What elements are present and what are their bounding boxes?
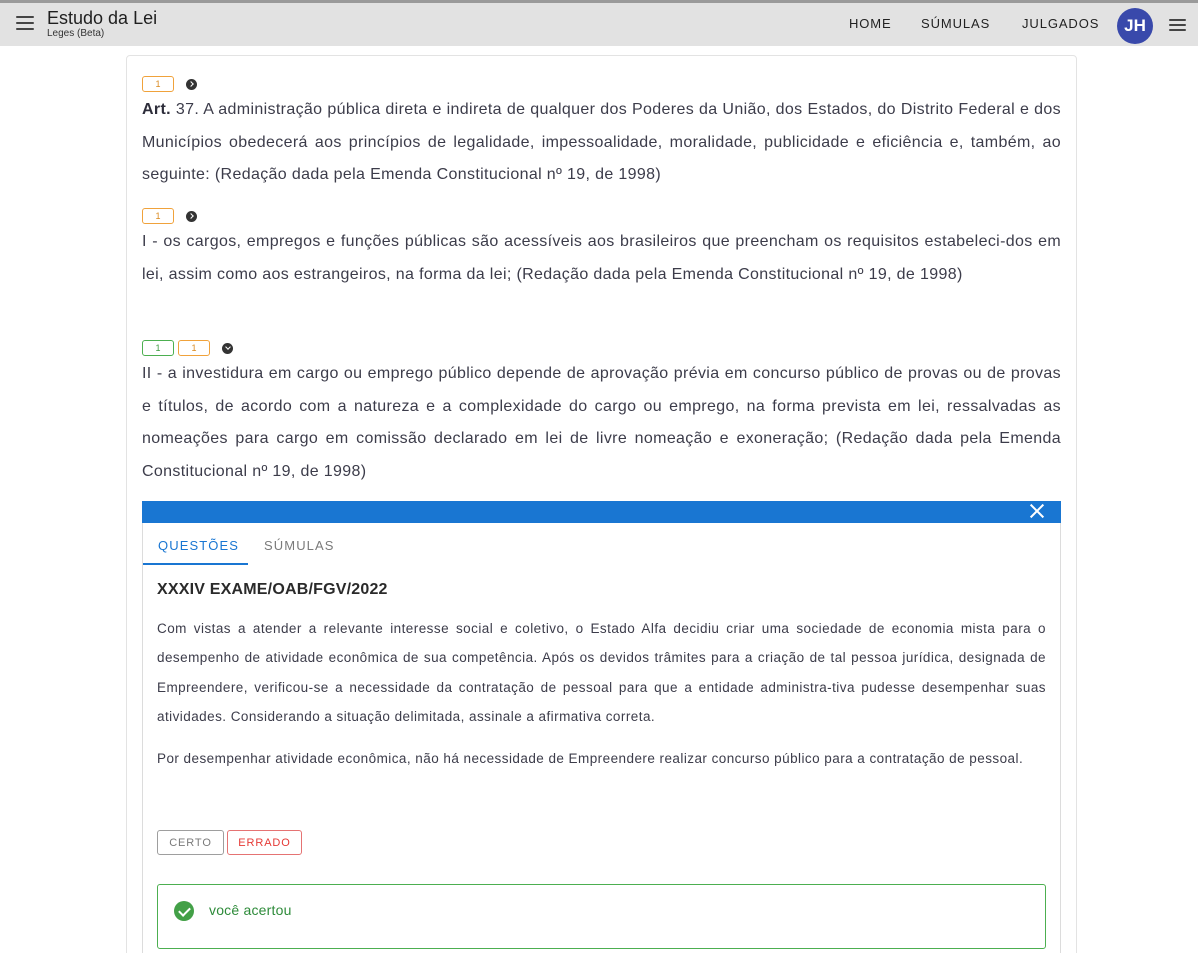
options-menu-icon[interactable] bbox=[1169, 19, 1186, 31]
close-icon[interactable] bbox=[1029, 503, 1045, 519]
inciso-ii-text: II - a investidura em cargo ou emprego p… bbox=[142, 365, 1061, 480]
caput-badges: 1 bbox=[142, 76, 197, 92]
menu-icon[interactable] bbox=[16, 16, 34, 30]
chevron-right-icon[interactable] bbox=[186, 210, 197, 222]
question-text: Com vistas a atender a relevante interes… bbox=[157, 621, 1046, 724]
nav-julgados[interactable]: JULGADOS bbox=[1022, 16, 1099, 31]
correct-count-badge[interactable]: 1 bbox=[142, 340, 174, 356]
question-title: XXXIV EXAME/OAB/FGV/2022 bbox=[157, 581, 388, 598]
inciso-ii-badges: 1 1 bbox=[142, 340, 233, 356]
question-count-badge[interactable]: 1 bbox=[178, 340, 210, 356]
app-title: Estudo da Lei bbox=[47, 8, 158, 28]
app-subtitle: Leges (Beta) bbox=[47, 28, 105, 39]
questions-panel: QUESTÕES SÚMULAS XXXIV EXAME/OAB/FGV/202… bbox=[142, 501, 1061, 953]
inciso-i-badges: 1 bbox=[142, 208, 197, 224]
avatar[interactable]: JH bbox=[1117, 8, 1153, 44]
errado-button[interactable]: ERRADO bbox=[227, 830, 302, 855]
app-bar: Estudo da Lei Leges (Beta) HOME SÚMULAS … bbox=[0, 0, 1198, 46]
certo-button[interactable]: CERTO bbox=[157, 830, 224, 855]
tab-sumulas[interactable]: SÚMULAS bbox=[264, 538, 335, 553]
question-count-badge[interactable]: 1 bbox=[142, 76, 174, 92]
chevron-down-icon[interactable] bbox=[222, 342, 233, 354]
active-tab-indicator bbox=[143, 563, 248, 565]
question-count-badge[interactable]: 1 bbox=[142, 208, 174, 224]
article-label: Art. bbox=[142, 101, 171, 118]
inciso-i-text: I - os cargos, empregos e funções públic… bbox=[142, 233, 1061, 283]
brand[interactable]: Estudo da Lei Leges (Beta) bbox=[47, 8, 157, 40]
nav-sumulas[interactable]: SÚMULAS bbox=[921, 16, 990, 31]
chevron-right-icon[interactable] bbox=[186, 78, 197, 90]
panel-header-bar bbox=[142, 501, 1061, 523]
result-message: você acertou bbox=[209, 902, 292, 918]
nav-home[interactable]: HOME bbox=[849, 16, 892, 31]
tab-questoes[interactable]: QUESTÕES bbox=[158, 538, 239, 553]
check-circle-icon bbox=[174, 901, 194, 921]
result-alert: você acertou bbox=[157, 884, 1046, 949]
question-statement: Por desempenhar atividade econômica, não… bbox=[157, 751, 1024, 766]
article-caput-text: 37. A administração pública direta e ind… bbox=[142, 101, 1061, 183]
article-caput: Art. 37. A administração pública direta … bbox=[142, 94, 1061, 192]
